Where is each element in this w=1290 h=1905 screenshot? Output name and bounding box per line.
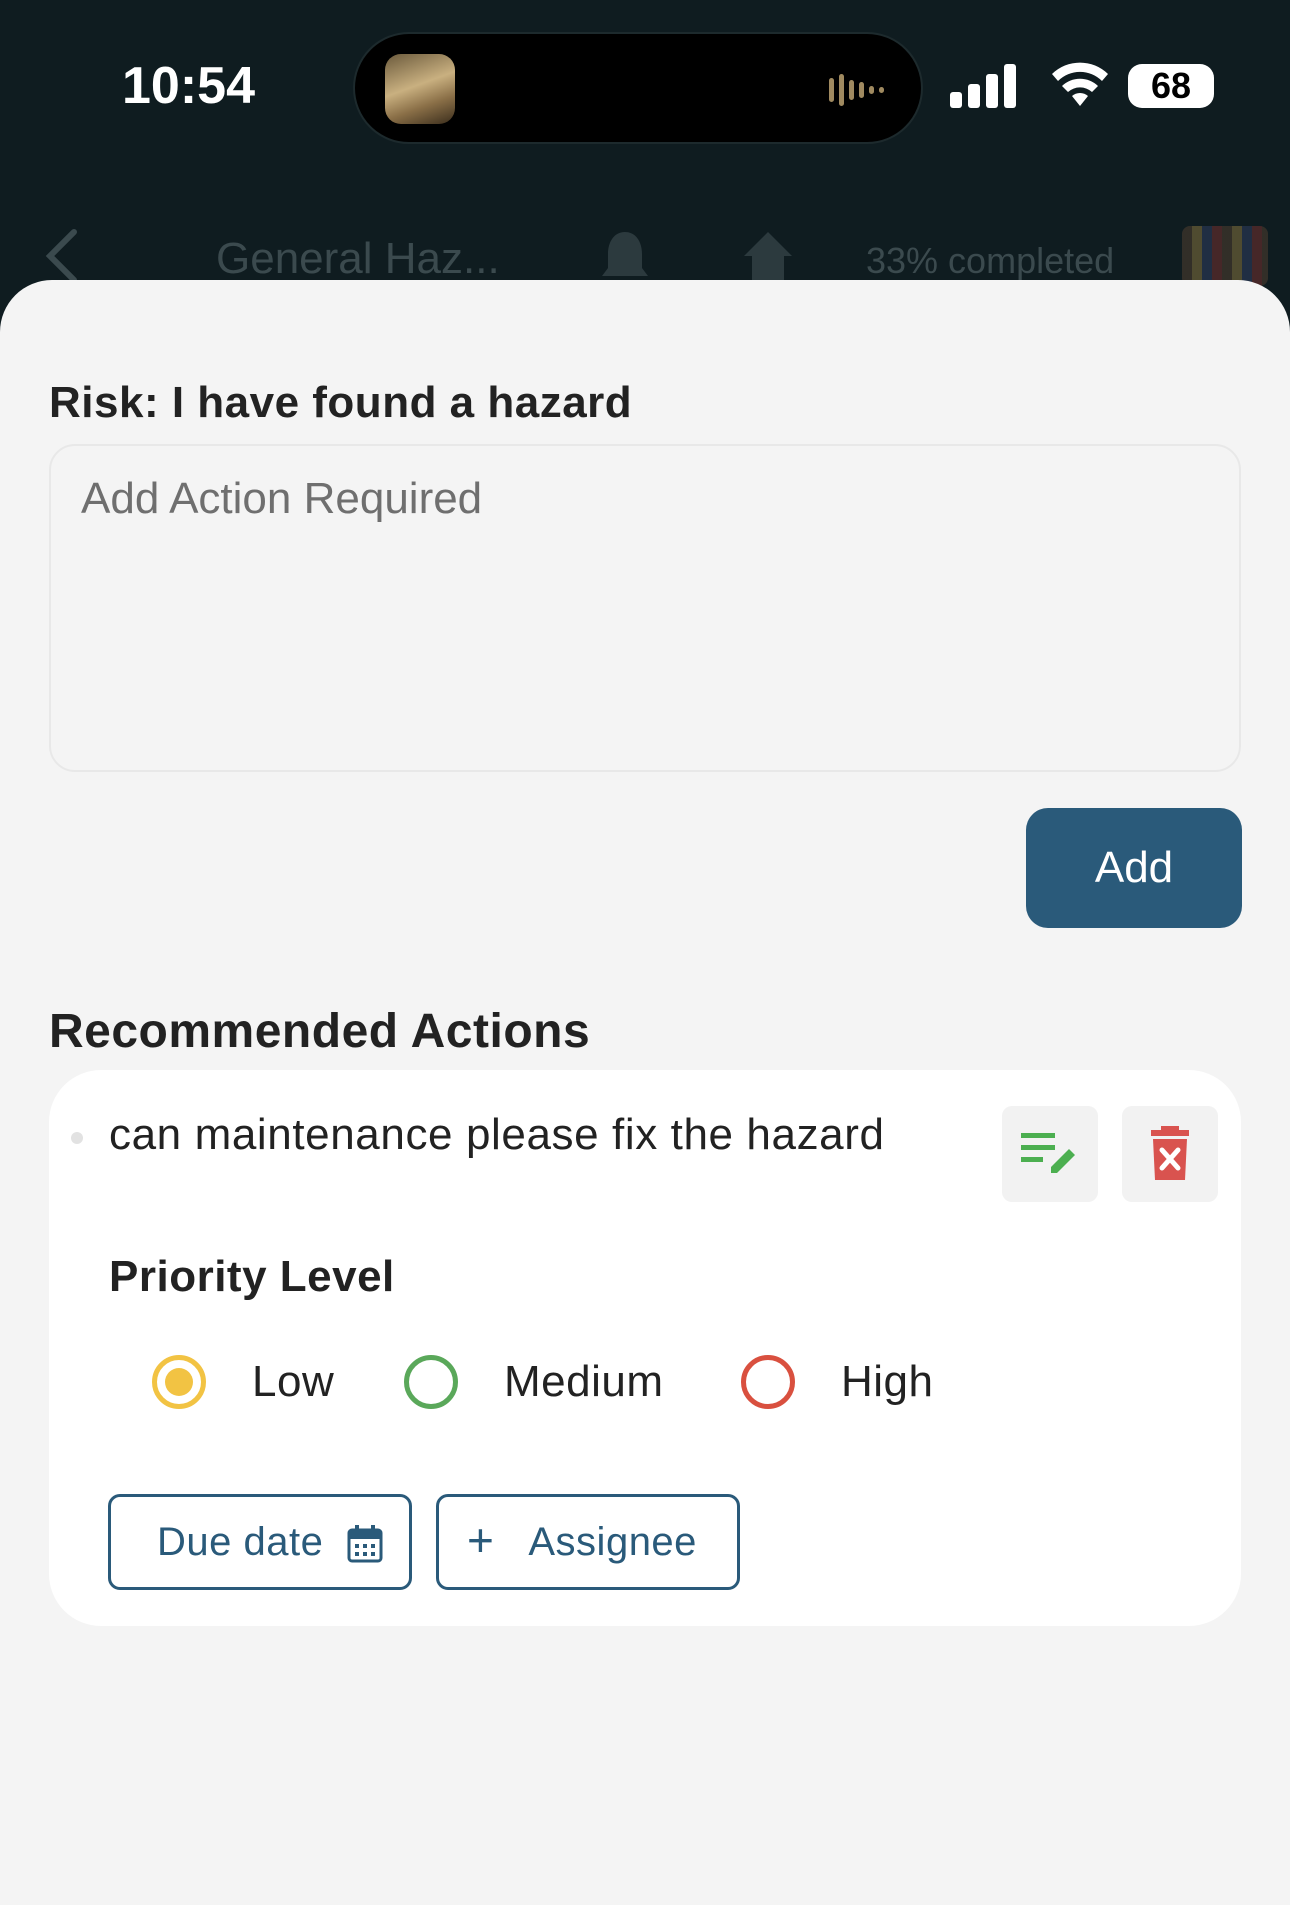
battery-icon: 68 bbox=[1128, 64, 1214, 108]
dynamic-island bbox=[353, 32, 923, 144]
priority-medium-label: Medium bbox=[504, 1357, 664, 1406]
recommended-actions-title: Recommended Actions bbox=[49, 1005, 591, 1058]
risk-title: Risk: I have found a hazard bbox=[49, 378, 633, 427]
edit-button[interactable] bbox=[1002, 1106, 1098, 1202]
trash-icon bbox=[1151, 1126, 1189, 1180]
priority-high-option[interactable]: High bbox=[741, 1342, 934, 1422]
assignee-label: Assignee bbox=[528, 1519, 697, 1564]
status-time: 10:54 bbox=[122, 57, 255, 115]
battery-level: 68 bbox=[1150, 65, 1192, 106]
priority-low-label: Low bbox=[252, 1357, 335, 1406]
bullet-dot bbox=[71, 1132, 83, 1144]
action-text: can maintenance please fix the hazard bbox=[109, 1110, 885, 1159]
add-assignee-button[interactable]: + Assignee bbox=[436, 1494, 740, 1590]
due-date-label: Due date bbox=[157, 1519, 324, 1564]
plus-icon: + bbox=[467, 1514, 495, 1566]
add-button[interactable]: Add bbox=[1026, 808, 1242, 928]
radio-unselected-icon bbox=[741, 1355, 795, 1409]
priority-medium-option[interactable]: Medium bbox=[404, 1342, 664, 1422]
recommended-action-card: can maintenance please fix the hazard Pr… bbox=[49, 1070, 1241, 1626]
nav-title: General Haz... bbox=[216, 234, 500, 283]
home-icon[interactable] bbox=[740, 228, 796, 284]
radio-unselected-icon bbox=[404, 1355, 458, 1409]
radio-selected-icon bbox=[152, 1355, 206, 1409]
edit-list-icon bbox=[1021, 1133, 1075, 1173]
progress-text: 33% completed bbox=[866, 240, 1115, 281]
audio-wave-icon bbox=[829, 74, 884, 106]
wifi-icon bbox=[1052, 62, 1108, 106]
priority-level-title: Priority Level bbox=[109, 1252, 395, 1301]
calendar-icon bbox=[347, 1525, 383, 1563]
bell-icon[interactable] bbox=[600, 228, 650, 284]
bottom-sheet: Risk: I have found a hazard Add Recommen… bbox=[0, 280, 1290, 1905]
now-playing-artwork bbox=[385, 54, 455, 124]
status-bar: 10:54 68 bbox=[0, 0, 1290, 180]
priority-low-option[interactable]: Low bbox=[152, 1342, 334, 1422]
priority-high-label: High bbox=[841, 1357, 934, 1406]
priority-radio-group: Low Medium High bbox=[49, 1342, 1241, 1422]
chevron-left-icon[interactable] bbox=[44, 228, 80, 284]
delete-button[interactable] bbox=[1122, 1106, 1218, 1202]
avatar[interactable] bbox=[1182, 226, 1268, 286]
cellular-signal-icon bbox=[950, 64, 1016, 108]
action-required-input[interactable] bbox=[49, 444, 1241, 772]
due-date-button[interactable]: Due date bbox=[108, 1494, 412, 1590]
